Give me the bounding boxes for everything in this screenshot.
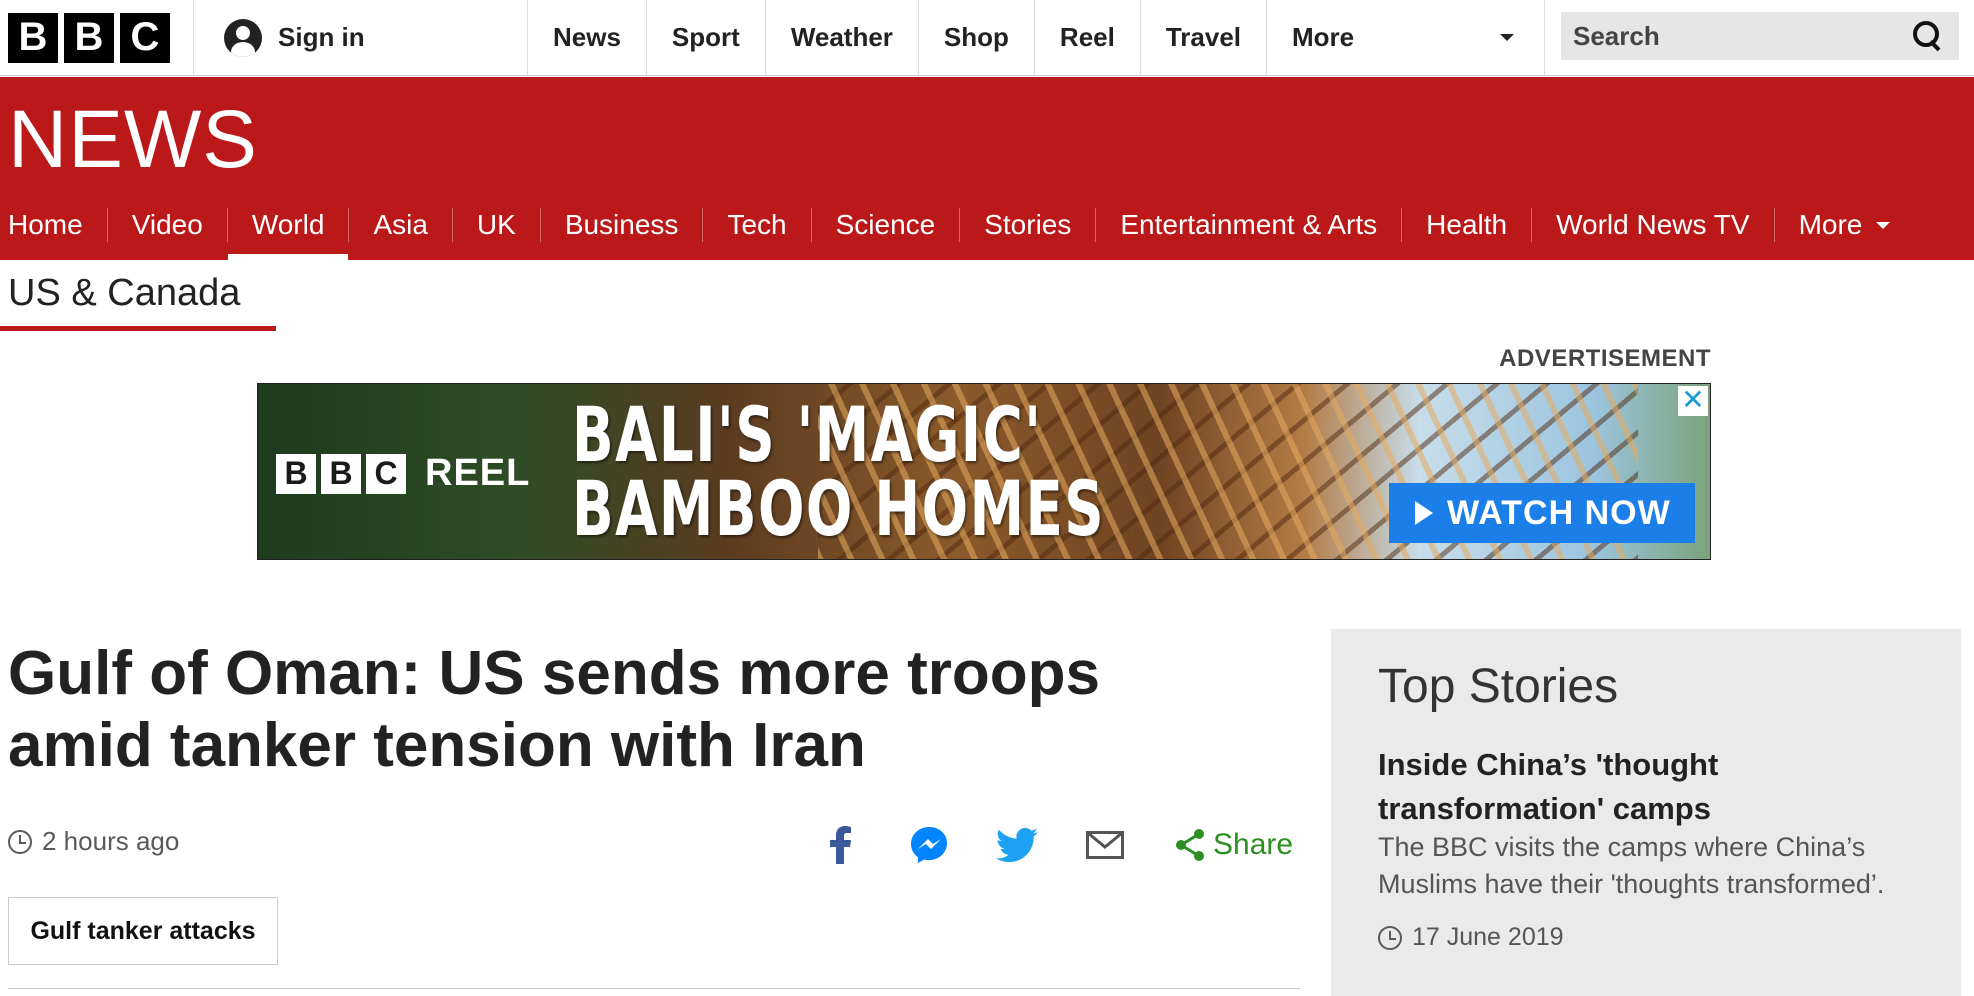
global-nav-shop[interactable]: Shop [919,0,1035,75]
advertisement-label: ADVERTISEMENT [1499,345,1711,372]
top-story-date-text: 17 June 2019 [1412,923,1564,951]
news-nav-business[interactable]: Business [541,208,704,242]
news-nav-home[interactable]: Home [0,208,108,242]
bbc-logo-letter: B [64,12,114,63]
news-nav-stories[interactable]: Stories [960,208,1097,242]
play-icon [1415,501,1433,525]
ad-headline-line: BAMBOO HOMES [572,464,1106,553]
news-nav-health[interactable]: Health [1402,208,1533,242]
bbc-logo-letter: B [276,453,316,494]
chevron-down-icon [1876,221,1891,229]
top-story-date: 17 June 2019 [1378,923,1564,952]
share-icon [1176,829,1204,861]
ad-headline-line: BALI'S 'MAGIC' [572,390,1043,479]
facebook-icon[interactable] [797,820,885,870]
news-nav-world[interactable]: World [227,208,350,260]
ad-headline: BALI'S 'MAGIC' BAMBOO HOMES [572,390,1106,553]
divider [8,988,1300,989]
email-icon[interactable] [1061,820,1149,870]
top-story-summary: The BBC visits the camps where China’s M… [1378,832,1885,899]
news-nav-science[interactable]: Science [812,208,961,242]
search-placeholder: Search [1573,20,1660,51]
section-title[interactable]: US & Canada [8,272,240,315]
chevron-down-icon [1500,34,1515,41]
twitter-icon[interactable] [973,820,1061,870]
news-nav-more[interactable]: More [1775,208,1915,242]
top-story-link[interactable]: Inside China’s 'thought transformation' … [1378,743,1938,831]
clock-icon [8,829,32,854]
global-nav-sport[interactable]: Sport [647,0,766,75]
bbc-logo-letter: B [321,453,361,494]
bbc-logo[interactable]: B B C [0,0,194,75]
sign-in-label: Sign in [278,22,365,52]
section-underline [0,326,276,331]
top-stories-heading: Top Stories [1378,660,1619,713]
share-label: Share [1213,828,1294,861]
share-tools: Share [797,820,1293,870]
news-nav-more-label: More [1798,209,1863,240]
news-logo[interactable]: NEWS [8,93,258,187]
news-nav-tech[interactable]: Tech [703,208,812,242]
news-nav-entertainment-arts[interactable]: Entertainment & Arts [1096,208,1403,242]
bbc-logo-letter: C [120,12,170,63]
share-button[interactable]: Share [1149,820,1293,870]
watch-now-label: WATCH NOW [1447,493,1671,532]
news-nav-uk[interactable]: UK [453,208,541,242]
bbc-logo-letter: C [366,453,406,494]
global-nav-more[interactable]: More [1267,0,1546,75]
close-icon[interactable]: ✕ [1678,386,1708,416]
news-nav-world-news-tv[interactable]: World News TV [1532,208,1775,242]
topic-tag[interactable]: Gulf tanker attacks [8,897,278,965]
search-input[interactable]: Search [1561,12,1959,60]
global-nav-news[interactable]: News [528,0,647,75]
advertisement-banner[interactable]: B B C REEL BALI'S 'MAGIC' BAMBOO HOMES W… [257,383,1711,560]
user-icon [224,18,262,57]
article-headline: Gulf of Oman: US sends more troops amid … [8,639,1100,780]
news-banner: NEWS [0,77,1974,190]
news-nav: Home Video World Asia UK Business Tech S… [0,190,1974,260]
article-timestamp: 2 hours ago [8,826,179,857]
global-nav-weather[interactable]: Weather [766,0,919,75]
messenger-icon[interactable] [885,820,973,870]
bbc-reel-logo: B B C REEL [276,452,530,495]
news-nav-video[interactable]: Video [108,208,228,242]
global-nav: News Sport Weather Shop Reel Travel More [528,0,1546,75]
watch-now-button[interactable]: WATCH NOW [1389,483,1695,543]
top-stories-panel: Top Stories Inside China’s 'thought tran… [1331,629,1961,996]
sign-in-button[interactable]: Sign in [194,0,528,75]
clock-icon [1378,925,1402,950]
reel-brand: REEL [425,452,531,494]
global-nav-reel[interactable]: Reel [1035,0,1141,75]
bbc-logo-letter: B [8,12,58,63]
timestamp-text: 2 hours ago [42,826,180,856]
search-icon[interactable] [1913,21,1943,51]
news-nav-asia[interactable]: Asia [349,208,453,242]
global-nav-travel[interactable]: Travel [1141,0,1268,75]
global-nav-more-label: More [1292,22,1355,52]
